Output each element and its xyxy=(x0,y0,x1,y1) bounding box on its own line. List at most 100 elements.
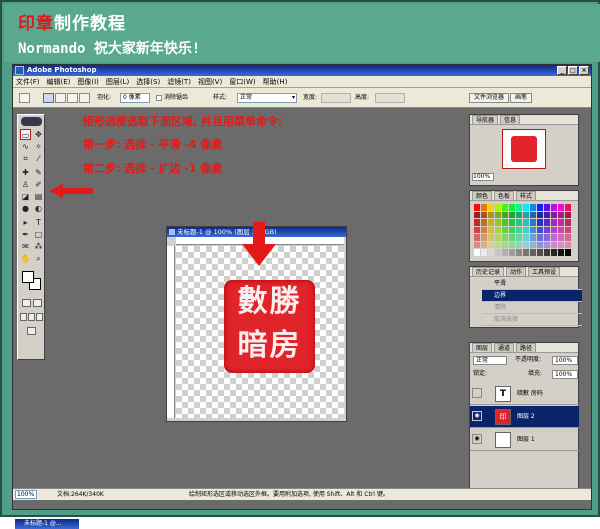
color-swatch[interactable] xyxy=(558,226,564,233)
color-swatch[interactable] xyxy=(502,204,508,211)
color-swatch[interactable] xyxy=(495,211,501,218)
fill-input[interactable]: 100% xyxy=(552,370,578,379)
move-tool-icon[interactable]: ✥ xyxy=(33,129,44,140)
color-swatch[interactable] xyxy=(558,234,564,241)
color-swatch[interactable] xyxy=(544,249,550,256)
color-swatch[interactable] xyxy=(474,249,480,256)
color-swatch[interactable] xyxy=(481,241,487,248)
color-swatch[interactable] xyxy=(537,211,543,218)
color-swatch[interactable] xyxy=(516,211,522,218)
brush-tool-icon[interactable]: ✎ xyxy=(33,167,44,178)
tab-actions[interactable]: 动作 xyxy=(506,267,527,276)
tab-layers[interactable]: 图层 xyxy=(472,343,493,352)
eyedropper-icon[interactable]: ⁂ xyxy=(33,241,44,252)
color-swatch[interactable] xyxy=(509,241,515,248)
color-swatch[interactable] xyxy=(481,249,487,256)
color-swatch[interactable] xyxy=(565,211,571,218)
type-tool-icon[interactable]: T xyxy=(33,217,44,228)
color-swatch[interactable] xyxy=(488,204,494,211)
history-brush-icon[interactable]: ✐ xyxy=(33,179,44,190)
color-swatch[interactable] xyxy=(481,204,487,211)
close-button[interactable]: × xyxy=(579,66,589,75)
color-swatch[interactable] xyxy=(495,219,501,226)
hand-tool-icon[interactable]: ✋ xyxy=(20,253,31,264)
color-swatch[interactable] xyxy=(502,226,508,233)
color-swatch[interactable] xyxy=(509,219,515,226)
clone-stamp-icon[interactable]: ♙ xyxy=(20,179,31,190)
file-browser-well[interactable]: 文件浏览器 xyxy=(469,93,510,103)
color-swatch[interactable] xyxy=(544,211,550,218)
color-swatch[interactable] xyxy=(481,219,487,226)
tab-navigator[interactable]: 导航器 xyxy=(472,115,499,124)
color-swatch[interactable] xyxy=(516,241,522,248)
color-swatch[interactable] xyxy=(495,234,501,241)
color-swatch[interactable] xyxy=(558,241,564,248)
gradient-tool-icon[interactable]: ▤ xyxy=(33,191,44,202)
color-swatch[interactable] xyxy=(474,234,480,241)
magic-wand-icon[interactable]: ✧ xyxy=(33,141,44,152)
color-swatch[interactable] xyxy=(530,249,536,256)
minimize-button[interactable]: _ xyxy=(557,66,567,75)
lasso-tool-icon[interactable]: ∿ xyxy=(20,141,31,152)
color-swatch[interactable] xyxy=(488,211,494,218)
minimized-document[interactable]: 未标题-1 @... xyxy=(15,519,79,529)
color-swatch[interactable] xyxy=(495,249,501,256)
intersect-selection-button[interactable] xyxy=(79,93,90,103)
eye-icon[interactable]: ◉ xyxy=(472,434,482,444)
eye-icon[interactable]: ◉ xyxy=(472,411,482,421)
menu-image[interactable]: 图像(I) xyxy=(77,77,99,87)
color-swatch[interactable] xyxy=(565,226,571,233)
menu-file[interactable]: 文件(F) xyxy=(16,77,40,87)
menu-edit[interactable]: 编辑(E) xyxy=(47,77,71,87)
tab-styles[interactable]: 样式 xyxy=(516,191,537,200)
color-swatch[interactable] xyxy=(481,211,487,218)
color-swatch[interactable] xyxy=(523,204,529,211)
color-swatch[interactable] xyxy=(530,241,536,248)
color-swatch[interactable] xyxy=(565,249,571,256)
shape-tool-icon[interactable]: □ xyxy=(33,229,44,240)
color-swatch[interactable] xyxy=(551,219,557,226)
tab-paths[interactable]: 路径 xyxy=(516,343,537,352)
color-swatch[interactable] xyxy=(537,249,543,256)
color-swatch[interactable] xyxy=(488,226,494,233)
zoom-tool-icon[interactable]: ⌕ xyxy=(33,253,44,264)
foreground-color-swatch[interactable] xyxy=(22,271,34,283)
history-item[interactable]: 清除 xyxy=(482,302,582,314)
color-swatch[interactable] xyxy=(509,211,515,218)
subtract-selection-button[interactable] xyxy=(67,93,78,103)
screen-mode-full-icon[interactable] xyxy=(36,313,43,321)
color-swatch[interactable] xyxy=(565,219,571,226)
color-swatch[interactable] xyxy=(530,204,536,211)
screen-mode-standard-icon[interactable] xyxy=(20,313,27,321)
color-swatch[interactable] xyxy=(551,249,557,256)
crop-tool-icon[interactable]: ⌗ xyxy=(20,153,31,164)
color-swatch[interactable] xyxy=(509,226,515,233)
brushes-well[interactable]: 画笔 xyxy=(510,93,533,103)
color-swatch[interactable] xyxy=(537,241,543,248)
blend-mode-select[interactable]: 正常 xyxy=(473,356,507,365)
color-swatch[interactable] xyxy=(551,241,557,248)
color-swatch[interactable] xyxy=(474,241,480,248)
menu-view[interactable]: 视图(V) xyxy=(198,77,222,87)
menu-window[interactable]: 窗口(W) xyxy=(229,77,255,87)
color-swatch[interactable] xyxy=(516,219,522,226)
color-swatch[interactable] xyxy=(488,219,494,226)
color-swatch[interactable] xyxy=(530,234,536,241)
blur-tool-icon[interactable]: ● xyxy=(20,203,31,214)
color-swatch[interactable] xyxy=(544,226,550,233)
eraser-tool-icon[interactable]: ◪ xyxy=(20,191,31,202)
menu-filter[interactable]: 滤镜(T) xyxy=(167,77,191,87)
screen-mode-full-menu-icon[interactable] xyxy=(28,313,35,321)
app-titlebar[interactable]: Adobe Photoshop _ □ × xyxy=(13,65,591,76)
layer-row[interactable]: T 暗數 房码 xyxy=(470,383,579,405)
jump-to-imageready-icon[interactable] xyxy=(27,327,36,335)
color-swatch[interactable] xyxy=(516,234,522,241)
width-input[interactable] xyxy=(321,93,351,103)
visibility-toggle[interactable] xyxy=(472,388,482,398)
color-swatch[interactable] xyxy=(509,204,515,211)
color-swatch[interactable] xyxy=(474,204,480,211)
color-swatch[interactable] xyxy=(481,234,487,241)
color-swatch[interactable] xyxy=(558,204,564,211)
menu-layer[interactable]: 图层(L) xyxy=(106,77,129,87)
color-swatch[interactable] xyxy=(565,234,571,241)
